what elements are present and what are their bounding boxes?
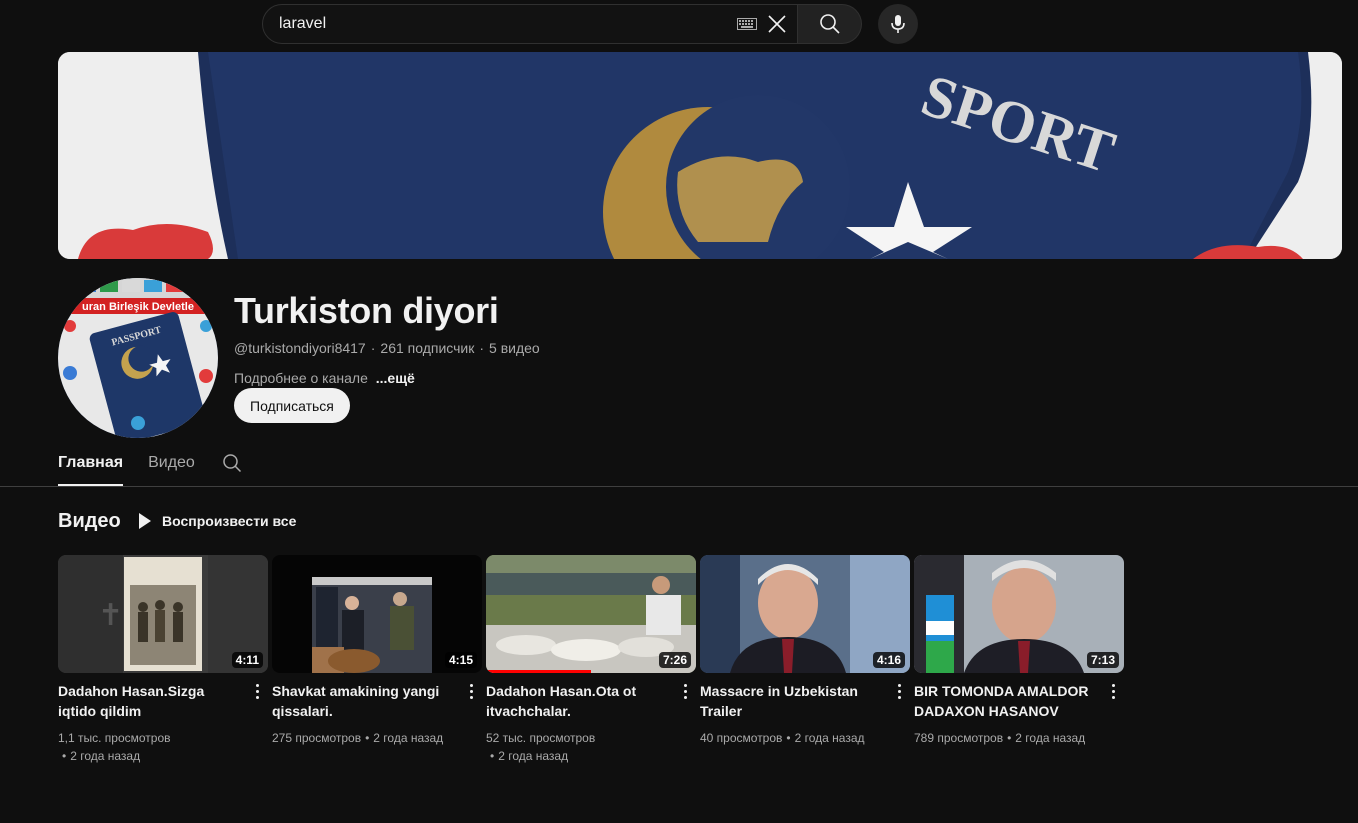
more-options-icon[interactable] <box>894 681 904 701</box>
video-duration: 4:16 <box>872 652 905 668</box>
keyboard-icon[interactable] <box>737 18 757 30</box>
view-count: 40 просмотров <box>700 731 783 745</box>
play-all-button[interactable]: Воспроизвести все <box>138 508 296 534</box>
video-thumbnail[interactable]: 4:16 <box>700 555 910 673</box>
video-count: 5 видео <box>489 340 540 356</box>
video-title[interactable]: Dadahon Hasan.Ota ot itvachchalar. <box>486 681 666 721</box>
video-card[interactable]: ✝ 4:11 Dadahon Hasan.Sizga iqtido qildim… <box>58 555 268 765</box>
view-count: 275 просмотров <box>272 731 362 745</box>
video-duration: 7:13 <box>1086 652 1119 668</box>
view-count: 52 тыс. просмотров <box>486 731 596 745</box>
view-count: 789 просмотров <box>914 731 1004 745</box>
channel-name: Turkiston diyori <box>234 290 499 331</box>
svg-text:✝: ✝ <box>98 599 123 632</box>
meta-separator: • <box>1007 731 1012 745</box>
video-meta: 1,1 тыс. просмотров • 2 года назад <box>58 729 258 765</box>
more-options-icon[interactable] <box>466 681 476 701</box>
video-grid: ✝ 4:11 Dadahon Hasan.Sizga iqtido qildim… <box>58 555 1124 765</box>
search-bar <box>262 4 862 44</box>
section-title: Видео <box>58 510 121 532</box>
video-thumbnail[interactable]: 4:15 <box>272 555 482 673</box>
video-title[interactable]: Shavkat amakining yangi qissalari. <box>272 681 452 721</box>
search-input[interactable] <box>279 15 737 33</box>
more-options-icon[interactable] <box>680 681 690 701</box>
video-duration: 4:15 <box>444 652 477 668</box>
tab-home[interactable]: Главная <box>58 440 124 486</box>
video-title[interactable]: Dadahon Hasan.Sizga iqtido qildim Shermu… <box>58 681 238 721</box>
video-meta: 52 тыс. просмотров • 2 года назад <box>486 729 686 765</box>
more-options-icon[interactable] <box>1108 681 1118 701</box>
video-card[interactable]: 7:26 Dadahon Hasan.Ota ot itvachchalar. … <box>486 555 696 765</box>
channel-search-icon[interactable] <box>220 451 244 475</box>
channel-tabs: Главная Видео <box>58 440 244 486</box>
video-title[interactable]: Massacre in Uzbekistan Trailer <box>700 681 880 721</box>
meta-separator: · <box>370 340 376 356</box>
meta-separator: · <box>479 340 485 356</box>
more-options-icon[interactable] <box>252 681 262 701</box>
channel-handle: @turkistondiyori8417 <box>234 340 366 356</box>
channel-avatar[interactable]: uran Birleşik Devletle PASSPORT <box>58 278 218 438</box>
play-all-label: Воспроизвести все <box>162 513 297 529</box>
video-title[interactable]: BIR TOMONDA AMALDOR DADAXON HASANOV <box>914 681 1094 721</box>
video-card[interactable]: 4:16 Massacre in Uzbekistan Trailer 40 п… <box>700 555 910 765</box>
watch-progress-bar <box>486 670 591 673</box>
search-box[interactable] <box>262 4 798 44</box>
search-button[interactable] <box>798 4 862 44</box>
channel-banner: SPORT <box>58 52 1342 259</box>
subscribe-button[interactable]: Подписаться <box>234 388 350 423</box>
video-thumbnail[interactable]: 7:13 <box>914 555 1124 673</box>
play-icon <box>139 513 151 529</box>
search-icon <box>819 14 840 34</box>
about-text: Подробнее о канале <box>234 370 368 386</box>
view-count: 1,1 тыс. просмотров <box>58 731 171 745</box>
mic-icon <box>891 15 905 33</box>
upload-age: 2 года назад <box>794 731 865 745</box>
meta-separator: • <box>490 749 495 763</box>
video-thumbnail[interactable]: ✝ 4:11 <box>58 555 268 673</box>
tab-videos[interactable]: Видео <box>148 440 195 486</box>
more-link[interactable]: ...ещё <box>376 370 415 386</box>
avatar-caption: uran Birleşik Devletle <box>82 301 194 313</box>
meta-separator: • <box>62 749 67 763</box>
meta-separator: • <box>365 731 370 745</box>
meta-separator: • <box>786 731 791 745</box>
upload-age: 2 года назад <box>498 749 569 763</box>
video-duration: 7:26 <box>658 652 691 668</box>
video-duration: 4:11 <box>231 652 263 668</box>
voice-search-button[interactable] <box>878 4 918 44</box>
video-meta: 275 просмотров • 2 года назад <box>272 729 472 747</box>
upload-age: 2 года назад <box>373 731 444 745</box>
subscriber-count: 261 подписчик <box>380 340 475 356</box>
video-card[interactable]: 4:15 Shavkat amakining yangi qissalari. … <box>272 555 482 765</box>
tabs-divider <box>0 486 1358 487</box>
channel-about-link[interactable]: Подробнее о канале ...ещё <box>234 370 415 386</box>
video-card[interactable]: 7:13 BIR TOMONDA AMALDOR DADAXON HASANOV… <box>914 555 1124 765</box>
upload-age: 2 года назад <box>70 749 141 763</box>
video-meta: 789 просмотров • 2 года назад <box>914 729 1114 747</box>
video-meta: 40 просмотров • 2 года назад <box>700 729 900 747</box>
upload-age: 2 года назад <box>1015 731 1086 745</box>
video-thumbnail[interactable]: 7:26 <box>486 555 696 673</box>
clear-search-icon[interactable] <box>765 12 789 36</box>
channel-meta: @turkistondiyori8417 · 261 подписчик · 5… <box>234 340 540 356</box>
